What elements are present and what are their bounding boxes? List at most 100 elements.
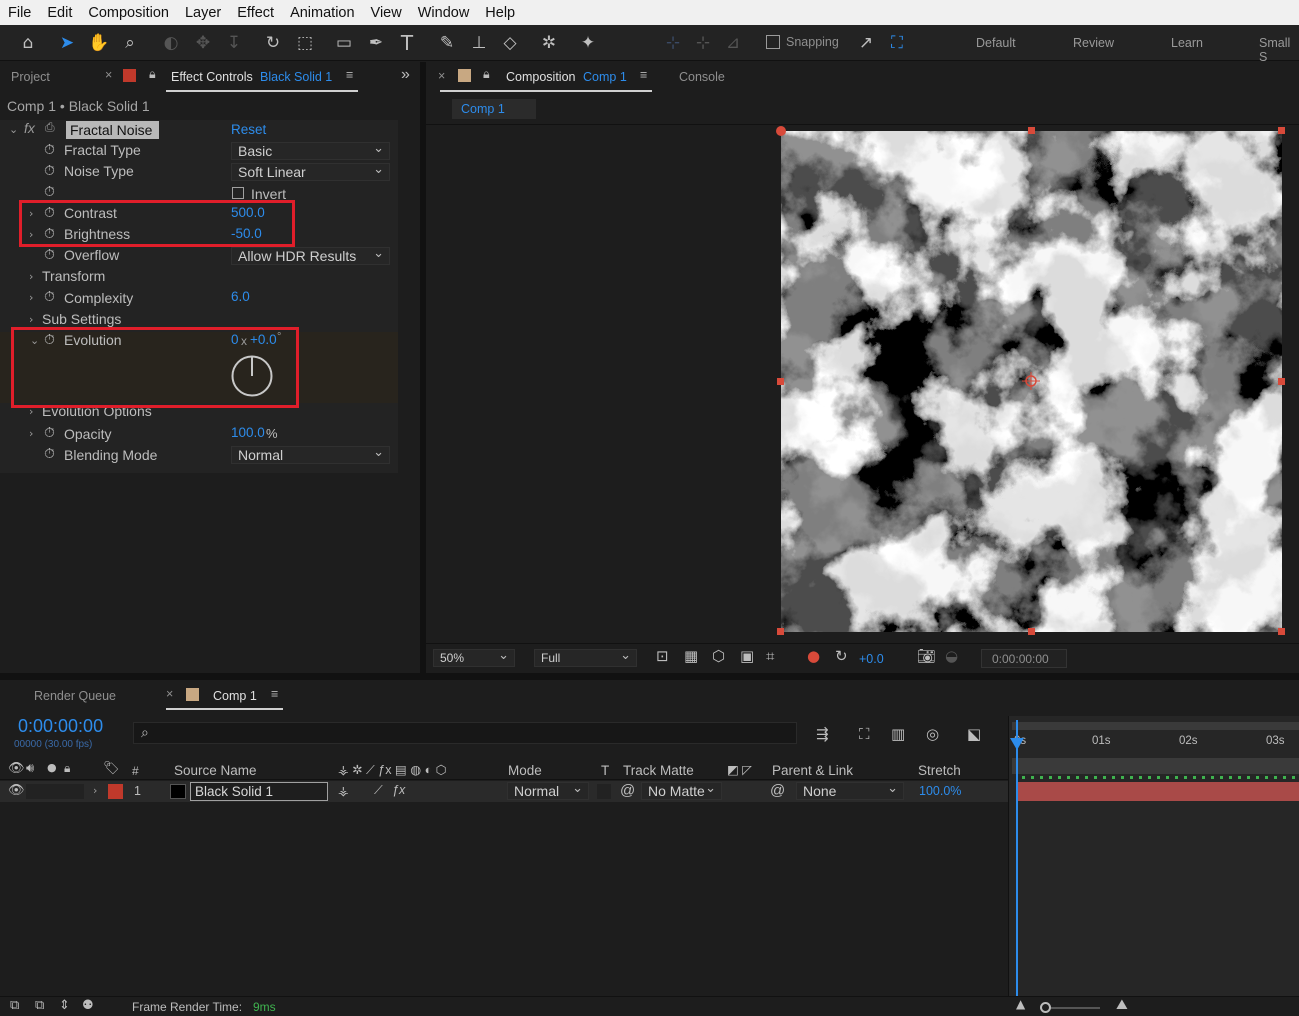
workspace-default[interactable]: Default (976, 36, 1016, 50)
effect-switch-icon[interactable]: ƒx (392, 783, 405, 797)
panel-divider[interactable] (0, 673, 1299, 680)
layer-handle[interactable] (777, 628, 784, 635)
layer-label-color[interactable] (108, 784, 123, 799)
tab-project[interactable]: Project (11, 70, 50, 84)
snap-options-icon[interactable]: ↗ (853, 31, 879, 55)
close-icon[interactable]: × (438, 69, 445, 83)
menu-animation[interactable]: Animation (282, 5, 362, 21)
hand-tool-icon[interactable]: ✋ (86, 31, 112, 55)
transfer-controls-toggle-icon[interactable]: ⧉ (35, 998, 44, 1013)
expand-chevron-icon[interactable]: › (29, 291, 33, 304)
layer-duration-bar[interactable] (1016, 782, 1299, 801)
label-tag-icon[interactable]: 🏷︎ (103, 761, 120, 776)
snapshot-camera-icon[interactable]: 📷︎ (917, 647, 936, 665)
expand-panels-icon[interactable]: » (401, 66, 410, 84)
reset-link[interactable]: Reset (231, 122, 266, 137)
parent-dropdown[interactable]: None (796, 780, 904, 800)
stretch-value[interactable]: 100.0% (919, 784, 961, 798)
expand-layer-chevron-icon[interactable]: › (93, 784, 97, 797)
transparency-grid-icon[interactable]: ▦ (684, 647, 698, 665)
sub-settings-label[interactable]: Sub Settings (42, 311, 121, 327)
lock-icon[interactable]: 🔒︎ (64, 761, 70, 776)
dolly-camera-icon[interactable]: ↧ (221, 31, 247, 55)
zoom-tool-icon[interactable]: ⌕ (117, 31, 143, 55)
shy-switch-icon[interactable]: ⚶ (338, 783, 349, 798)
snap-feature-icon[interactable]: ⛶ (884, 31, 910, 55)
transform-label[interactable]: Transform (42, 268, 105, 284)
menu-composition[interactable]: Composition (80, 5, 177, 21)
effect-preset-icon[interactable]: ⎙ (45, 120, 55, 135)
hide-shy-layers-icon[interactable]: ▥ (891, 725, 905, 743)
tab-composition-name[interactable]: Comp 1 (583, 70, 627, 84)
parent-pickwhip-icon[interactable]: @ (770, 782, 785, 799)
rotate-tool-icon[interactable]: ↻ (260, 31, 286, 55)
zoom-slider-knob[interactable] (1040, 1002, 1051, 1013)
anchor-point-icon[interactable] (1022, 372, 1040, 390)
rectangle-tool-icon[interactable]: ▭ (331, 31, 357, 55)
complexity-value[interactable]: 6.0 (231, 289, 250, 304)
expand-chevron-icon[interactable]: › (29, 427, 33, 440)
menu-edit[interactable]: Edit (39, 5, 80, 21)
menu-view[interactable]: View (363, 5, 410, 21)
resolution-dropdown[interactable]: Full (534, 647, 637, 667)
layer-handle[interactable] (777, 378, 784, 385)
work-area-bar[interactable] (1012, 722, 1299, 730)
lock-icon[interactable]: 🔒︎ (149, 67, 156, 82)
eraser-tool-icon[interactable]: ◇ (497, 31, 523, 55)
magnification-dropdown[interactable]: 50% (433, 647, 515, 667)
render-time-toggle-icon[interactable]: ⚉ (82, 998, 94, 1013)
stopwatch-icon[interactable]: ⏱︎ (44, 162, 55, 179)
column-stretch[interactable]: Stretch (918, 763, 961, 778)
grid-guides-icon[interactable]: ⌗ (766, 647, 774, 665)
menu-layer[interactable]: Layer (177, 5, 229, 21)
av-switch-cells[interactable] (26, 784, 84, 799)
channel-rgb-icon[interactable]: ● (807, 647, 820, 665)
layer-handle[interactable] (1278, 378, 1285, 385)
orbit-camera-icon[interactable]: ◐ (158, 31, 184, 55)
zoom-out-icon[interactable]: ▲ (1016, 997, 1025, 1011)
exposure-value[interactable]: +0.0 (859, 652, 884, 666)
expand-chevron-icon[interactable]: › (29, 270, 33, 283)
collapse-chevron-icon[interactable]: ⌄ (9, 123, 18, 136)
stopwatch-icon[interactable]: ⏱︎ (44, 424, 55, 441)
layer-handle[interactable] (1028, 628, 1035, 635)
flowchart-comp-label[interactable]: Comp 1 (461, 102, 505, 116)
axis-view-icon[interactable]: ⊿ (720, 31, 746, 55)
stopwatch-icon[interactable]: ⏱︎ (44, 246, 55, 263)
quality-switch-icon[interactable]: ⟋ (374, 783, 383, 798)
workspace-small-screen[interactable]: Small S (1259, 36, 1299, 64)
tab-effect-layer-name[interactable]: Black Solid 1 (260, 70, 332, 84)
roto-brush-icon[interactable]: ✲ (536, 31, 562, 55)
graph-editor-icon[interactable]: ⬕ (967, 725, 981, 743)
visibility-eye-icon[interactable]: 👁︎ (8, 783, 25, 798)
layer-handle[interactable] (1278, 127, 1285, 134)
fractal-type-dropdown[interactable]: Basic (231, 140, 390, 160)
tab-render-queue[interactable]: Render Queue (34, 689, 116, 703)
stopwatch-icon[interactable]: ⏱︎ (44, 288, 55, 305)
clone-stamp-icon[interactable]: ⊥ (466, 31, 492, 55)
draft-3d-icon[interactable]: ⛶ (859, 725, 870, 743)
layer-handle[interactable] (1028, 127, 1035, 134)
current-time-indicator[interactable] (1016, 720, 1018, 996)
menu-window[interactable]: Window (410, 5, 478, 21)
mask-visibility-icon[interactable]: ⬡ (712, 647, 725, 665)
column-track-matte[interactable]: Track Matte (623, 763, 694, 778)
timeline-search-input[interactable] (133, 722, 797, 744)
layer-handle[interactable] (1278, 628, 1285, 635)
puppet-pin-icon[interactable]: ✦ (575, 31, 601, 55)
type-tool-icon[interactable]: T (394, 31, 420, 55)
home-icon[interactable]: ⌂ (15, 31, 41, 55)
column-source-name[interactable]: Source Name (174, 763, 257, 778)
pan-behind-icon[interactable]: ⬚ (292, 31, 318, 55)
menu-file[interactable]: File (0, 5, 39, 21)
stopwatch-icon[interactable]: ⏱︎ (44, 183, 55, 200)
tab-composition[interactable]: Composition (506, 70, 575, 84)
layer-name[interactable]: Black Solid 1 (195, 784, 273, 799)
noise-type-dropdown[interactable]: Soft Linear (231, 161, 390, 181)
tab-timeline-comp[interactable]: Comp 1 (213, 689, 257, 703)
search-icon[interactable]: ⌕ (141, 724, 149, 741)
stopwatch-icon[interactable]: ⏱︎ (44, 445, 55, 462)
close-icon[interactable]: × (105, 68, 112, 82)
menu-effect[interactable]: Effect (229, 5, 282, 21)
region-of-interest-icon[interactable]: ▣ (740, 647, 754, 665)
